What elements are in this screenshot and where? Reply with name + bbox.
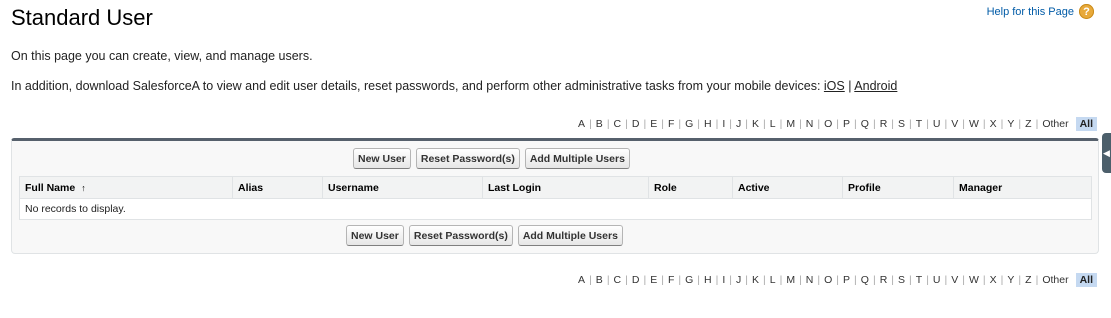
alpha-filter-d[interactable]: D: [628, 118, 644, 130]
column-header-username[interactable]: Username: [322, 177, 482, 198]
sort-ascending-icon: ↑: [81, 182, 86, 193]
alpha-filter-i[interactable]: I: [718, 274, 729, 286]
alpha-filter-h[interactable]: H: [700, 118, 716, 130]
users-table: Full Name ↑ Alias Username Last Login Ro…: [19, 176, 1092, 220]
alpha-filter-h[interactable]: H: [700, 274, 716, 286]
reset-password-button-bottom[interactable]: Reset Password(s): [408, 225, 513, 246]
column-label: Alias: [238, 181, 264, 194]
page-title: Standard User: [11, 5, 153, 30]
alpha-filter-y[interactable]: Y: [1003, 118, 1018, 130]
alpha-filter-n[interactable]: N: [802, 118, 818, 130]
alpha-filter-x[interactable]: X: [986, 274, 1001, 286]
collapse-panel-handle[interactable]: ◀: [1102, 133, 1111, 173]
alpha-filter-w[interactable]: W: [965, 274, 983, 286]
alpha-filter-all[interactable]: All: [1075, 117, 1097, 131]
new-user-button[interactable]: New User: [353, 148, 411, 169]
alpha-filter-c[interactable]: C: [610, 118, 626, 130]
alpha-filter-p[interactable]: P: [839, 274, 854, 286]
alpha-filter-e[interactable]: E: [646, 118, 661, 130]
column-header-profile[interactable]: Profile: [842, 177, 953, 198]
alpha-filter-v[interactable]: V: [947, 118, 962, 130]
alpha-filter-other[interactable]: Other: [1038, 118, 1072, 130]
alpha-filter-q[interactable]: Q: [857, 118, 873, 130]
alpha-filter-d[interactable]: D: [628, 274, 644, 286]
alpha-filter-a[interactable]: A: [574, 118, 589, 130]
help-link[interactable]: Help for this Page: [987, 6, 1074, 18]
alpha-filter-s[interactable]: S: [894, 118, 909, 130]
add-multiple-users-button-bottom[interactable]: Add Multiple Users: [517, 225, 623, 246]
alpha-filter-g[interactable]: G: [681, 274, 697, 286]
alpha-filter-q[interactable]: Q: [857, 274, 873, 286]
alpha-filter-t[interactable]: T: [912, 274, 926, 286]
reset-password-button[interactable]: Reset Password(s): [415, 148, 520, 169]
alpha-filter-o[interactable]: O: [820, 118, 836, 130]
alpha-filter-y[interactable]: Y: [1003, 274, 1018, 286]
alpha-filter-m[interactable]: M: [782, 118, 799, 130]
alpha-filter-j[interactable]: J: [732, 118, 745, 130]
alpha-filter-r[interactable]: R: [876, 274, 892, 286]
column-header-last-login[interactable]: Last Login: [482, 177, 648, 198]
new-user-button-bottom[interactable]: New User: [346, 225, 404, 246]
button-row-top: New User Reset Password(s) Add Multiple …: [353, 148, 630, 169]
alpha-filter-n[interactable]: N: [802, 274, 818, 286]
mobile-description: In addition, download SalesforceA to vie…: [11, 79, 897, 93]
alpha-filter-a[interactable]: A: [574, 274, 589, 286]
alpha-filter-t[interactable]: T: [912, 118, 926, 130]
column-header-role[interactable]: Role: [648, 177, 732, 198]
alpha-filter-u[interactable]: U: [929, 274, 945, 286]
empty-table-message: No records to display.: [25, 203, 126, 215]
button-row-bottom: New User Reset Password(s) Add Multiple …: [346, 225, 623, 246]
alpha-filter-all[interactable]: All: [1075, 273, 1097, 287]
alpha-filter-k[interactable]: K: [748, 274, 763, 286]
alpha-filter-g[interactable]: G: [681, 118, 697, 130]
alpha-filter-b[interactable]: B: [592, 274, 607, 286]
help-link-container[interactable]: Help for this Page ?: [987, 4, 1094, 19]
alpha-filter-z[interactable]: Z: [1021, 274, 1035, 286]
chevron-left-icon: ◀: [1103, 147, 1110, 158]
column-header-manager[interactable]: Manager: [953, 177, 1091, 198]
alpha-filter-p[interactable]: P: [839, 118, 854, 130]
users-list-panel: New User Reset Password(s) Add Multiple …: [11, 138, 1099, 254]
android-link[interactable]: Android: [854, 79, 897, 93]
column-label: Last Login: [488, 181, 542, 194]
alphabet-filter-top: A | B | C | D | E | F | G | H | I | J | K | L | M | N | O | P | Q | R | S | T |…: [574, 117, 1097, 131]
alpha-filter-f[interactable]: F: [664, 118, 678, 130]
link-separator: |: [848, 79, 852, 93]
alpha-filter-l[interactable]: L: [766, 274, 780, 286]
alpha-filter-other[interactable]: Other: [1038, 274, 1072, 286]
alpha-filter-z[interactable]: Z: [1021, 118, 1035, 130]
alpha-filter-k[interactable]: K: [748, 118, 763, 130]
help-icon[interactable]: ?: [1079, 4, 1094, 19]
alpha-filter-m[interactable]: M: [782, 274, 799, 286]
column-header-full-name[interactable]: Full Name ↑: [20, 177, 232, 198]
column-label: Manager: [959, 181, 1003, 194]
alpha-filter-e[interactable]: E: [646, 274, 661, 286]
alpha-filter-w[interactable]: W: [965, 118, 983, 130]
alpha-filter-j[interactable]: J: [732, 274, 745, 286]
alpha-filter-r[interactable]: R: [876, 118, 892, 130]
column-label: Role: [654, 181, 677, 194]
page-description: On this page you can create, view, and m…: [11, 49, 313, 63]
alpha-filter-b[interactable]: B: [592, 118, 607, 130]
column-header-alias[interactable]: Alias: [232, 177, 322, 198]
alpha-filter-l[interactable]: L: [766, 118, 780, 130]
add-multiple-users-button[interactable]: Add Multiple Users: [524, 148, 630, 169]
column-label: Username: [328, 181, 379, 194]
alpha-filter-f[interactable]: F: [664, 274, 678, 286]
column-header-active[interactable]: Active: [732, 177, 842, 198]
alpha-filter-s[interactable]: S: [894, 274, 909, 286]
alpha-filter-x[interactable]: X: [986, 118, 1001, 130]
column-label: Active: [738, 181, 770, 194]
alpha-filter-v[interactable]: V: [947, 274, 962, 286]
alpha-filter-i[interactable]: I: [718, 118, 729, 130]
ios-link[interactable]: iOS: [824, 79, 845, 93]
alpha-filter-o[interactable]: O: [820, 274, 836, 286]
table-header: Full Name ↑ Alias Username Last Login Ro…: [20, 177, 1091, 199]
mobile-description-text: In addition, download SalesforceA to vie…: [11, 79, 824, 93]
alpha-filter-c[interactable]: C: [610, 274, 626, 286]
column-label: Full Name: [25, 181, 76, 194]
alpha-filter-u[interactable]: U: [929, 118, 945, 130]
alphabet-filter-bottom: A | B | C | D | E | F | G | H | I | J | K | L | M | N | O | P | Q | R | S | T |…: [574, 273, 1097, 287]
column-label: Profile: [848, 181, 881, 194]
